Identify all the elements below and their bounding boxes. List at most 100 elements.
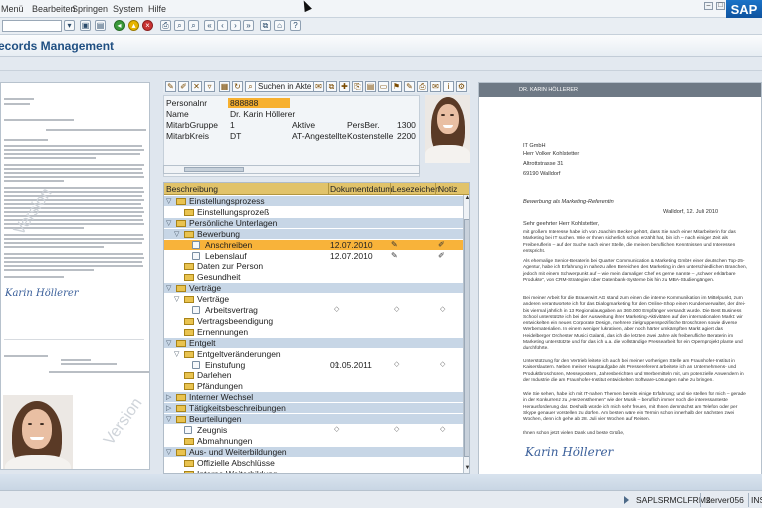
exit-icon[interactable]: ▴ bbox=[128, 20, 139, 31]
tree-row-label: Abmahnungen bbox=[197, 435, 253, 446]
cancel-icon[interactable]: × bbox=[142, 20, 153, 31]
tree-vertical-scrollbar[interactable]: ▲ ▼ bbox=[463, 195, 469, 473]
column-header-document-date[interactable]: Dokumentdatum bbox=[330, 184, 392, 194]
bookmark-icon[interactable]: ✎ bbox=[391, 240, 398, 250]
back-icon[interactable]: ◂ bbox=[114, 20, 125, 31]
tree-row[interactable]: Pfändungen bbox=[164, 381, 463, 391]
menu-item[interactable]: Hilfe bbox=[148, 4, 166, 14]
note-icon[interactable]: ✐ bbox=[438, 251, 445, 261]
display-icon[interactable]: ▦ bbox=[219, 81, 230, 92]
info-icon[interactable]: i bbox=[443, 81, 454, 92]
letter-greeting: Sehr geehrter Herr Kohlstetter, bbox=[523, 221, 600, 227]
scroll-up-icon[interactable]: ▲ bbox=[464, 195, 469, 203]
tree-row[interactable]: Einstellungsprozeß bbox=[164, 207, 463, 217]
tree-row[interactable]: ▽ Entgeltveränderungen bbox=[164, 349, 463, 359]
shortcut-icon[interactable]: ⌂ bbox=[274, 20, 285, 31]
scroll-down-icon[interactable]: ▼ bbox=[464, 465, 469, 473]
settings-icon[interactable]: ⚙ bbox=[456, 81, 467, 92]
folder-icon[interactable]: ▭ bbox=[378, 81, 389, 92]
collapse-icon[interactable]: ▽ bbox=[166, 415, 171, 423]
column-header-note[interactable]: Notiz bbox=[438, 184, 457, 194]
copy-icon[interactable]: ⧉ bbox=[326, 81, 337, 92]
filter-icon[interactable]: ▿ bbox=[204, 81, 215, 92]
tree-row[interactable]: Darlehen bbox=[164, 370, 463, 380]
bookmark-icon[interactable]: ⚑ bbox=[391, 81, 402, 92]
scrollbar-thumb[interactable] bbox=[464, 219, 469, 457]
tree-row[interactable]: ▷ Tätigkeitsbeschreibungen bbox=[164, 403, 463, 414]
menu-item[interactable]: Bearbeiten bbox=[32, 4, 76, 14]
tree-row[interactable]: ▽ Beurteilungen bbox=[164, 414, 463, 424]
collapse-icon[interactable]: ▽ bbox=[166, 448, 171, 456]
attach-icon[interactable]: ✉ bbox=[313, 81, 324, 92]
link-icon[interactable]: ⎘ bbox=[352, 81, 363, 92]
expand-icon[interactable]: ▷ bbox=[166, 393, 171, 401]
previous-page-icon[interactable]: ‹ bbox=[217, 20, 228, 31]
document-icon[interactable]: ▤ bbox=[365, 81, 376, 92]
find-next-icon[interactable]: ⌕ bbox=[188, 20, 199, 31]
note-icon[interactable]: ✐ bbox=[438, 240, 445, 250]
tree-row[interactable]: Gesundheit bbox=[164, 272, 463, 282]
command-field[interactable] bbox=[2, 20, 62, 32]
tree-row[interactable]: ▷ Interner Wechsel bbox=[164, 392, 463, 403]
new-session-icon[interactable]: ⧉ bbox=[260, 20, 271, 31]
scrollbar-thumb[interactable] bbox=[184, 167, 244, 172]
refresh-icon[interactable]: ↻ bbox=[232, 81, 243, 92]
status-expand-icon[interactable] bbox=[624, 496, 629, 504]
tree-row[interactable]: ▽ Einstellungsprozess bbox=[164, 196, 463, 206]
menu-item[interactable]: Menü bbox=[1, 4, 24, 14]
search-in-record-button[interactable]: Suchen in Akte bbox=[255, 81, 315, 92]
tree-row[interactable]: ▽ Bewerbung bbox=[164, 228, 463, 239]
collapse-icon[interactable]: ▽ bbox=[174, 230, 179, 238]
personalnr-field[interactable]: 888888 bbox=[228, 98, 290, 108]
save-icon[interactable]: ▣ bbox=[80, 20, 91, 31]
tree-row[interactable]: ▽ Entgelt bbox=[164, 337, 463, 348]
expand-icon[interactable]: ▷ bbox=[166, 404, 171, 412]
mail-icon[interactable]: ✉ bbox=[430, 81, 441, 92]
tree-row[interactable]: ▽ Aus- und Weiterbildungen bbox=[164, 446, 463, 457]
find-icon[interactable]: ⌕ bbox=[174, 20, 185, 31]
minimize-icon[interactable]: – bbox=[704, 2, 713, 10]
edit-icon[interactable]: ✐ bbox=[178, 81, 189, 92]
collapse-icon[interactable]: ▽ bbox=[166, 339, 171, 347]
bookmark-icon[interactable]: ✎ bbox=[391, 251, 398, 261]
expand-icon[interactable]: ✎ bbox=[165, 81, 176, 92]
first-page-icon[interactable]: « bbox=[204, 20, 215, 31]
next-page-icon[interactable]: › bbox=[230, 20, 241, 31]
print-icon[interactable]: ⎙ bbox=[417, 81, 428, 92]
letter-preview[interactable]: DR. KARIN HÖLLERER IT GmbH Herr Volker K… bbox=[478, 82, 762, 482]
tree-row[interactable]: Abmahnungen bbox=[164, 436, 463, 446]
tree-row[interactable]: Ernennungen bbox=[164, 327, 463, 337]
server-name: server056 bbox=[706, 495, 744, 505]
last-page-icon[interactable]: » bbox=[243, 20, 254, 31]
menu-item[interactable]: Springen bbox=[72, 4, 108, 14]
collapse-icon[interactable]: ▽ bbox=[166, 197, 171, 205]
tree-row[interactable]: ▽ Verträge bbox=[164, 294, 463, 304]
tree-row[interactable]: Arbeitsvertrag ◇ ◇ ◇ bbox=[164, 305, 463, 315]
delete-icon[interactable]: ✕ bbox=[191, 81, 202, 92]
collapse-icon[interactable]: ▽ bbox=[174, 295, 179, 303]
print-icon[interactable]: ⎙ bbox=[160, 20, 171, 31]
collapse-icon[interactable]: ▽ bbox=[166, 219, 171, 227]
column-header-description[interactable]: Beschreibung bbox=[166, 184, 218, 194]
column-header-bookmark[interactable]: Lesezeichen bbox=[392, 184, 440, 194]
note-icon[interactable]: ✎ bbox=[404, 81, 415, 92]
tree-row[interactable]: Einstufung 01.05.2011 ◇ ◇ ◇ bbox=[164, 360, 463, 370]
collapse-icon[interactable]: ▽ bbox=[166, 284, 171, 292]
print-icon[interactable]: ▤ bbox=[95, 20, 106, 31]
help-icon[interactable]: ? bbox=[290, 20, 301, 31]
tree-row[interactable]: ▽ Persönliche Unterlagen bbox=[164, 217, 463, 228]
tree-row[interactable]: Lebenslauf 12.07.2010 ✎ ✐ bbox=[164, 251, 463, 261]
create-document-icon[interactable]: ✚ bbox=[339, 81, 350, 92]
tree-row[interactable]: Daten zur Person bbox=[164, 261, 463, 271]
restore-icon[interactable]: □ bbox=[716, 2, 725, 10]
left-document-preview[interactable]: Karin Höllerer Version Version bbox=[0, 82, 150, 470]
header-horizontal-scrollbar[interactable] bbox=[163, 165, 420, 174]
menu-item[interactable]: System bbox=[113, 4, 143, 14]
tree-row[interactable]: Anschreiben 12.07.2010 ✎ ✐ bbox=[164, 239, 463, 250]
tree-row[interactable]: Vertragsbeendigung bbox=[164, 316, 463, 326]
tree-row[interactable]: Offizielle Abschlüsse bbox=[164, 458, 463, 468]
tree-row[interactable]: Zeugnis ◇ ◇ ◇ bbox=[164, 425, 463, 435]
dropdown-icon[interactable]: ▾ bbox=[64, 20, 75, 31]
tree-row[interactable]: ▽ Verträge bbox=[164, 283, 463, 294]
collapse-icon[interactable]: ▽ bbox=[174, 350, 179, 358]
